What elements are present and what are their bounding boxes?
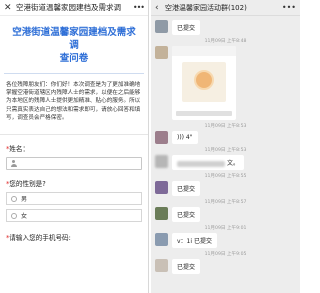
shared-survey-card[interactable] <box>172 46 236 120</box>
more-menu-icon[interactable]: ••• <box>133 3 145 12</box>
avatar[interactable] <box>155 181 168 194</box>
question-gender-text: 您的性别是? <box>9 180 46 189</box>
screenshot-composite: ✕ 空港街道温馨家园建档及需求调 ••• 空港街道温馨家园建档及需求调 查问卷 … <box>0 0 300 293</box>
message-timestamp: 11月09日 上午9:01 <box>204 226 247 231</box>
chat-message: ))) 4" <box>151 131 300 144</box>
person-icon <box>10 160 17 167</box>
question-name-label: *姓名： <box>0 135 148 153</box>
message-timestamp: 11月09日 上午9:05 <box>204 252 247 257</box>
message-timestamp: 11月09日 上午8:53 <box>204 148 247 153</box>
group-chat-screen: ‹ 空港温馨家园活动群(102) ••• 已提交 11月09日 上午8:48 1… <box>151 0 300 293</box>
survey-title: 空港街道温馨家园建档及需求调 查问卷 <box>0 16 148 65</box>
avatar[interactable] <box>155 20 168 33</box>
chat-message: 已提交 <box>151 181 300 196</box>
message-bubble[interactable]: 已提交 <box>172 259 201 274</box>
question-gender-label: *您的性别是? <box>0 170 148 188</box>
question-phone-text: 请输入您的手机号码: <box>9 234 71 243</box>
back-icon[interactable]: ‹ <box>155 3 165 13</box>
message-timestamp: 11月09日 上午8:48 <box>204 39 247 44</box>
name-input[interactable] <box>6 157 142 171</box>
chat-window-title: 空港温馨家园活动群(102) <box>165 3 247 12</box>
message-bubble[interactable]: 文。 <box>172 155 245 170</box>
chat-top-bar: ‹ 空港温馨家园活动群(102) ••• <box>151 0 300 16</box>
survey-window-title: 空港街道温馨家园建档及需求调 <box>16 3 121 12</box>
redacted-text <box>177 160 225 167</box>
gender-option-label: 女 <box>21 213 28 221</box>
gender-option-male[interactable]: 男 <box>6 192 142 206</box>
question-phone-label: *请输入您的手机号码: <box>0 222 148 242</box>
message-text: 文。 <box>227 160 240 167</box>
message-bubble[interactable]: 已提交 <box>172 181 201 196</box>
survey-top-bar: ✕ 空港街道温馨家园建档及需求调 ••• <box>0 0 148 16</box>
radio-button-icon[interactable] <box>11 212 17 219</box>
chat-message <box>151 46 300 120</box>
voice-message-bubble[interactable]: ))) 4" <box>172 131 198 144</box>
message-timestamp: 11月09日 上午8:53 <box>204 124 247 129</box>
message-timestamp: 11月09日 上午8:57 <box>204 200 247 205</box>
survey-title-line1: 空港街道温馨家园建档及需求调 <box>12 27 136 51</box>
survey-intro-text: 各位残障朋友们：你们好！本次调查是为了更加准确地掌握空港街道辖区内残障人士的需求… <box>6 82 141 121</box>
card-footer <box>176 111 232 116</box>
avatar[interactable] <box>155 207 168 220</box>
avatar[interactable] <box>155 155 168 168</box>
avatar[interactable] <box>155 46 168 59</box>
card-logo-icon <box>194 70 214 90</box>
avatar[interactable] <box>155 131 168 144</box>
chat-message: 已提交 <box>151 207 300 222</box>
question-name-text: 姓名： <box>9 145 30 154</box>
message-timestamp: 11月09日 上午8:55 <box>204 174 247 179</box>
avatar[interactable] <box>155 259 168 272</box>
more-menu-icon[interactable]: ••• <box>282 3 296 12</box>
radio-button-icon[interactable] <box>11 195 17 202</box>
gender-option-label: 男 <box>21 196 28 204</box>
close-icon[interactable]: ✕ <box>4 3 16 13</box>
chat-message: 已提交 <box>151 259 300 274</box>
message-bubble[interactable]: 已提交 <box>172 207 201 222</box>
message-bubble[interactable]: v：1i 已提交 <box>172 233 217 248</box>
chat-message: v：1i 已提交 <box>151 233 300 248</box>
survey-screen: ✕ 空港街道温馨家园建档及需求调 ••• 空港街道温馨家园建档及需求调 查问卷 … <box>0 0 149 293</box>
gender-option-female[interactable]: 女 <box>6 209 142 223</box>
chat-message: 文。 <box>151 155 300 170</box>
survey-title-line2: 查问卷 <box>59 53 89 64</box>
message-bubble[interactable]: 已提交 <box>172 20 201 35</box>
chat-message: 已提交 <box>151 20 300 35</box>
card-header <box>172 46 236 56</box>
avatar[interactable] <box>155 233 168 246</box>
